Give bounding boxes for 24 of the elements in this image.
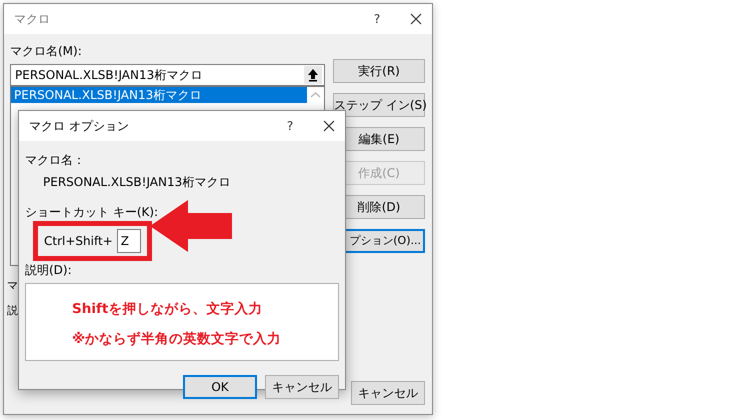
help-button[interactable]: ? [362,10,392,28]
close-icon[interactable] [410,13,422,25]
window-title: マクロ [14,11,51,28]
name-field[interactable]: PERSONAL.XLSB!JAN13桁マクロ [10,64,325,86]
field-label: ショートカット キー(K): [25,204,160,221]
field-label: 説 [7,302,18,318]
macro-name: PERSONAL.XLSB!JAN13桁マクロ [43,174,232,191]
shortcut-key-field[interactable]: Z [116,229,141,253]
upload-icon[interactable] [304,66,322,84]
list-item[interactable]: PERSONAL.XLSB!JAN13桁マクロ [11,87,307,103]
window-title: マクロ オプション [29,118,130,135]
field-label: マ [7,278,18,294]
dialog-button[interactable]: 実行(R) [333,59,425,83]
shortcut-prefix: Ctrl+Shift+ [44,233,113,250]
cancel-button[interactable]: キャンセル [265,375,339,399]
cancel-button[interactable]: キャンセル [351,381,425,405]
field-label: マクロ名(M): [10,43,83,60]
dialog-button[interactable]: ステップ イン(S) [333,93,425,117]
ok-button[interactable]: OK [183,375,257,399]
description-field[interactable]: Shiftを押しながら、文字入力 ※かならず半角の英数文字で入力 [25,283,339,361]
field-label: 説明(D): [25,262,73,279]
field-label: マクロ名： [25,152,86,169]
help-button[interactable]: ? [275,117,305,135]
close-icon[interactable] [323,120,335,132]
